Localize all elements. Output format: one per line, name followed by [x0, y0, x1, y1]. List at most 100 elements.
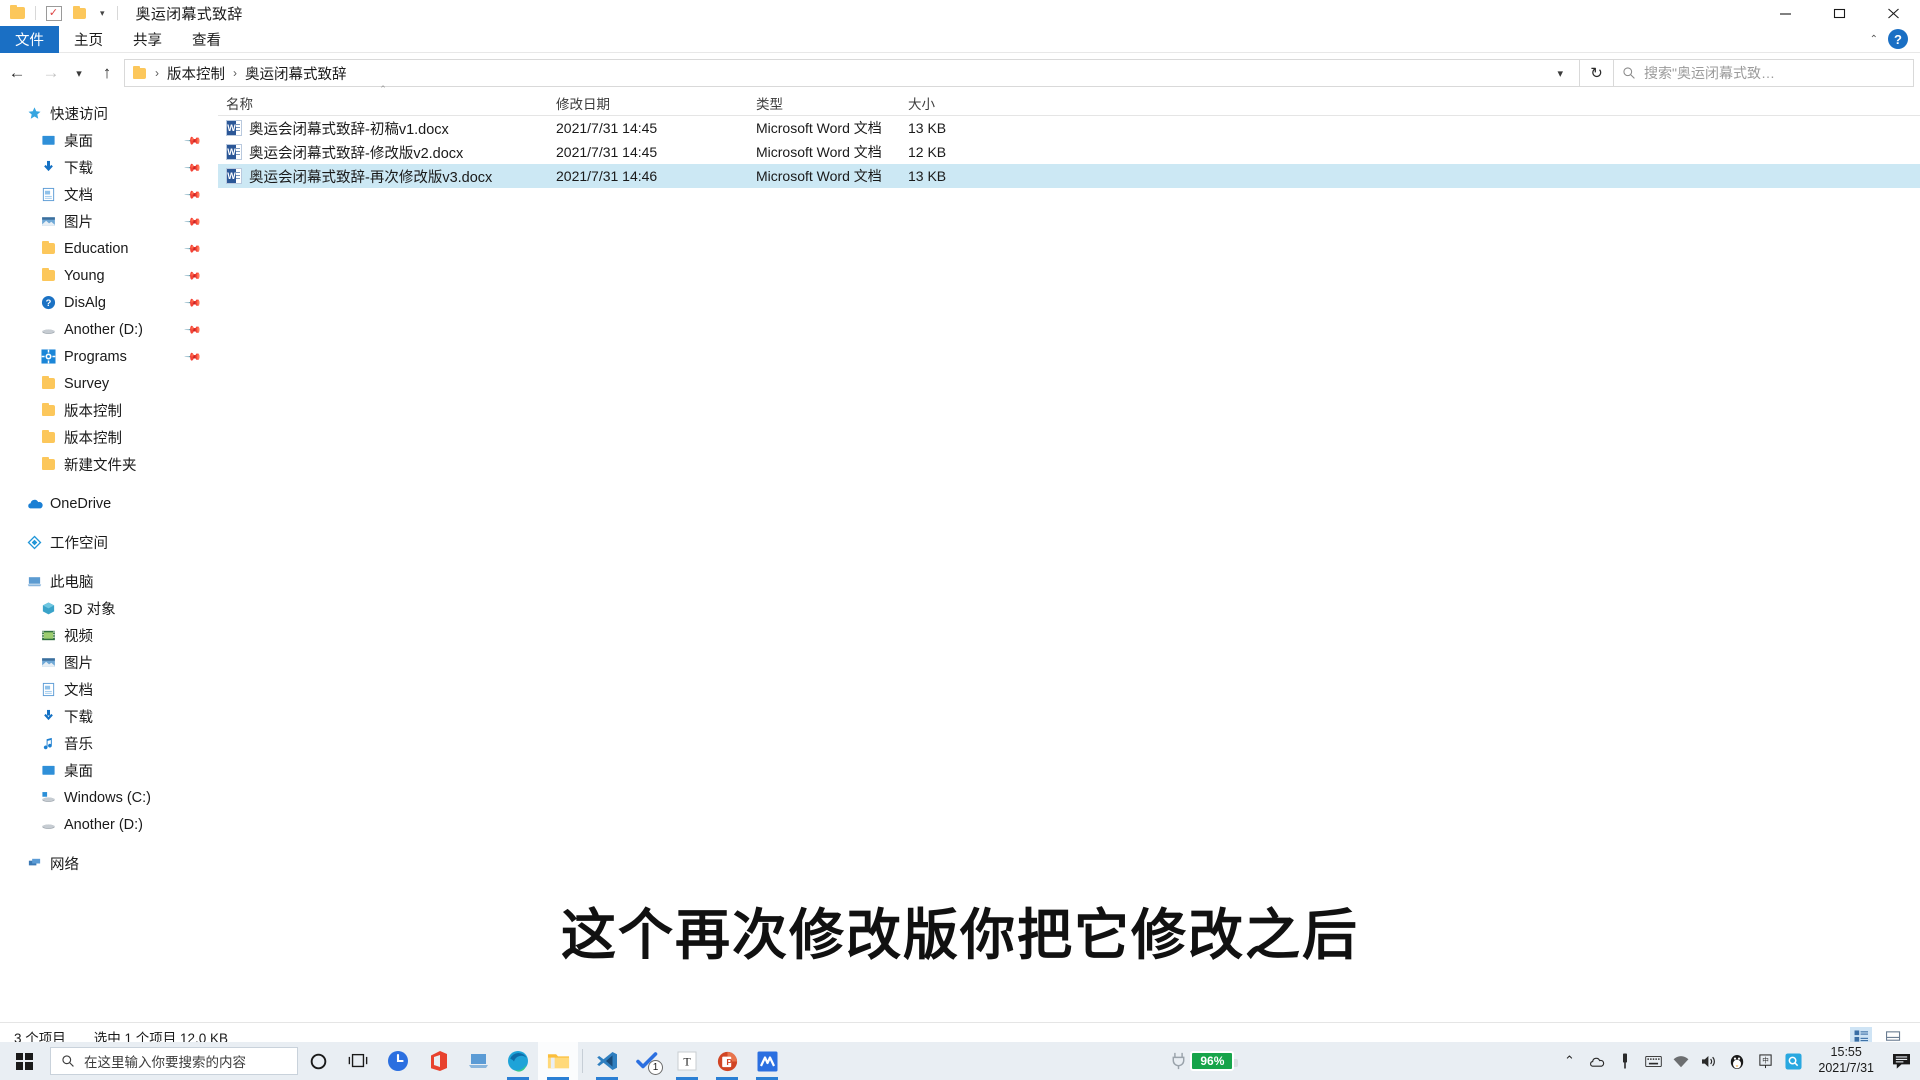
- sidebar-item-documents[interactable]: 文档 📌: [0, 181, 218, 208]
- sidebar-item-version-control-2[interactable]: 版本控制: [0, 424, 218, 451]
- navigation-pane[interactable]: 快速访问 桌面 📌 下载 📌 文档 📌 图片 📌 Education 📌 You…: [0, 90, 218, 1018]
- remote-desktop-icon[interactable]: [458, 1042, 498, 1080]
- todo-app-icon[interactable]: 1: [627, 1042, 667, 1080]
- properties-icon[interactable]: ✓: [45, 5, 62, 22]
- file-name-cell[interactable]: 奥运会闭幕式致辞-修改版v2.docx: [218, 142, 548, 163]
- sidebar-label: 3D 对象: [64, 602, 116, 618]
- maximize-icon[interactable]: [1812, 0, 1866, 26]
- sidebar-item-pictures[interactable]: 图片 📌: [0, 208, 218, 235]
- sidebar-label: 图片: [64, 656, 93, 672]
- edge-browser-icon[interactable]: [498, 1042, 538, 1080]
- sidebar-item-quick-access[interactable]: 快速访问: [0, 100, 218, 127]
- breadcrumb-item-1[interactable]: 奥运闭幕式致辞: [242, 63, 350, 84]
- sidebar-item-downloads-pc[interactable]: 下载: [0, 703, 218, 730]
- tab-share[interactable]: 共享: [118, 26, 177, 53]
- column-header-size[interactable]: 大小: [900, 93, 1010, 113]
- search-input[interactable]: 搜索"奥运闭幕式致…: [1614, 59, 1914, 87]
- sidebar-label: Another (D:): [64, 321, 143, 338]
- folder-icon[interactable]: [9, 5, 26, 22]
- file-name-cell[interactable]: 奥运会闭幕式致辞-再次修改版v3.docx: [218, 166, 548, 187]
- recent-locations-chevron-down-icon[interactable]: ▾: [68, 59, 90, 87]
- sidebar-item-new-folder[interactable]: 新建文件夹: [0, 451, 218, 478]
- action-center-icon[interactable]: [1886, 1042, 1916, 1080]
- back-button-arrow-left-icon[interactable]: ←: [0, 59, 34, 87]
- sidebar-item-young[interactable]: Young 📌: [0, 262, 218, 289]
- table-row[interactable]: 奥运会闭幕式致辞-再次修改版v3.docx 2021/7/31 14:46 Mi…: [218, 164, 1920, 188]
- windows-start-icon[interactable]: [0, 1042, 48, 1080]
- sidebar-item-windows-c[interactable]: Windows (C:): [0, 784, 218, 811]
- keyboard-tray-icon[interactable]: [1640, 1042, 1666, 1080]
- usb-eject-icon[interactable]: [1612, 1042, 1638, 1080]
- pin-icon: 📌: [183, 293, 202, 312]
- tab-file[interactable]: 文件: [0, 26, 59, 53]
- sidebar-label: Windows (C:): [64, 789, 152, 806]
- file-name-cell[interactable]: 奥运会闭幕式致辞-初稿v1.docx: [218, 118, 548, 139]
- sidebar-item-pictures-pc[interactable]: 图片: [0, 649, 218, 676]
- column-header-date[interactable]: 修改日期: [548, 93, 748, 113]
- taskbar-clock[interactable]: 15:55 2021/7/31: [1808, 1042, 1884, 1080]
- cortana-icon[interactable]: [298, 1042, 338, 1080]
- sidebar-item-this-pc[interactable]: 此电脑: [0, 568, 218, 595]
- sidebar-item-disalg[interactable]: ? DisAlg 📌: [0, 289, 218, 316]
- new-folder-icon[interactable]: [71, 5, 88, 22]
- sidebar-item-network[interactable]: 网络: [0, 850, 218, 877]
- up-button-arrow-up-icon[interactable]: ↑: [90, 59, 124, 87]
- breadcrumb-folder-icon: [133, 65, 146, 79]
- sidebar-item-music[interactable]: 音乐: [0, 730, 218, 757]
- refresh-icon[interactable]: ↻: [1580, 59, 1614, 87]
- volume-tray-icon[interactable]: [1696, 1042, 1722, 1080]
- office-app-icon[interactable]: [418, 1042, 458, 1080]
- search-tray-icon[interactable]: [1780, 1042, 1806, 1080]
- folder-icon: [40, 456, 57, 473]
- sidebar-item-another-d-quick[interactable]: Another (D:) 📌: [0, 316, 218, 343]
- breadcrumb-separator-1[interactable]: ›: [228, 66, 242, 80]
- sidebar-item-workspace[interactable]: 工作空间: [0, 529, 218, 556]
- pin-icon: 📌: [183, 131, 202, 150]
- loop-app-icon[interactable]: [378, 1042, 418, 1080]
- customize-toolbar-chevron-down-icon[interactable]: ▾: [97, 8, 108, 19]
- typora-icon[interactable]: T: [667, 1042, 707, 1080]
- sidebar-item-version-control-1[interactable]: 版本控制: [0, 397, 218, 424]
- forward-button-arrow-right-icon[interactable]: →: [34, 59, 68, 87]
- vscode-icon[interactable]: [587, 1042, 627, 1080]
- qq-tray-icon[interactable]: [1724, 1042, 1750, 1080]
- file-explorer-icon[interactable]: [538, 1042, 578, 1080]
- table-row[interactable]: 奥运会闭幕式致辞-初稿v1.docx 2021/7/31 14:45 Micro…: [218, 116, 1920, 140]
- column-header-type[interactable]: 类型: [748, 93, 900, 113]
- column-header-name[interactable]: ⌃ 名称: [218, 84, 548, 113]
- collapse-ribbon-chevron-up-icon[interactable]: ⌃: [1870, 34, 1878, 45]
- file-list-pane[interactable]: ⌃ 名称 修改日期 类型 大小 奥运会闭幕式致辞-初稿v1.docx 2021/…: [218, 84, 1920, 1018]
- sidebar-item-3d-objects[interactable]: 3D 对象: [0, 595, 218, 622]
- tab-home[interactable]: 主页: [59, 26, 118, 53]
- onedrive-tray-icon[interactable]: [1584, 1042, 1610, 1080]
- taskbar-search-input[interactable]: 在这里输入你要搜索的内容: [50, 1047, 298, 1075]
- sidebar-item-another-d-pc[interactable]: Another (D:): [0, 811, 218, 838]
- address-dropdown-chevron-down-icon[interactable]: ▾: [1547, 67, 1573, 80]
- file-type-cell: Microsoft Word 文档: [756, 120, 882, 136]
- videos-icon: [40, 627, 57, 644]
- breadcrumb[interactable]: › 版本控制 › 奥运闭幕式致辞 ▾: [124, 59, 1580, 87]
- sidebar-item-programs[interactable]: Programs 📌: [0, 343, 218, 370]
- minimize-icon[interactable]: [1758, 0, 1812, 26]
- battery-status[interactable]: 96%: [1171, 1051, 1239, 1071]
- sidebar-item-onedrive[interactable]: OneDrive: [0, 490, 218, 517]
- breadcrumb-item-0[interactable]: 版本控制: [164, 63, 228, 84]
- network-tray-icon[interactable]: [1668, 1042, 1694, 1080]
- sidebar-item-education[interactable]: Education 📌: [0, 235, 218, 262]
- tab-view[interactable]: 查看: [177, 26, 236, 53]
- sidebar-item-survey[interactable]: Survey: [0, 370, 218, 397]
- sidebar-item-documents-pc[interactable]: 文档: [0, 676, 218, 703]
- help-icon[interactable]: ?: [1888, 29, 1908, 49]
- ime-tray-icon[interactable]: 中: [1752, 1042, 1778, 1080]
- powerpoint-icon[interactable]: P: [707, 1042, 747, 1080]
- sidebar-item-videos[interactable]: 视频: [0, 622, 218, 649]
- show-hidden-icons-chevron-up-icon[interactable]: ⌃: [1556, 1042, 1582, 1080]
- onenote-icon[interactable]: [747, 1042, 787, 1080]
- table-row[interactable]: 奥运会闭幕式致辞-修改版v2.docx 2021/7/31 14:45 Micr…: [218, 140, 1920, 164]
- pin-icon: 📌: [183, 320, 202, 339]
- task-view-icon[interactable]: [338, 1042, 378, 1080]
- sidebar-item-desktop-pc[interactable]: 桌面: [0, 757, 218, 784]
- sidebar-item-downloads[interactable]: 下载 📌: [0, 154, 218, 181]
- sidebar-item-desktop[interactable]: 桌面 📌: [0, 127, 218, 154]
- close-icon[interactable]: [1866, 0, 1920, 26]
